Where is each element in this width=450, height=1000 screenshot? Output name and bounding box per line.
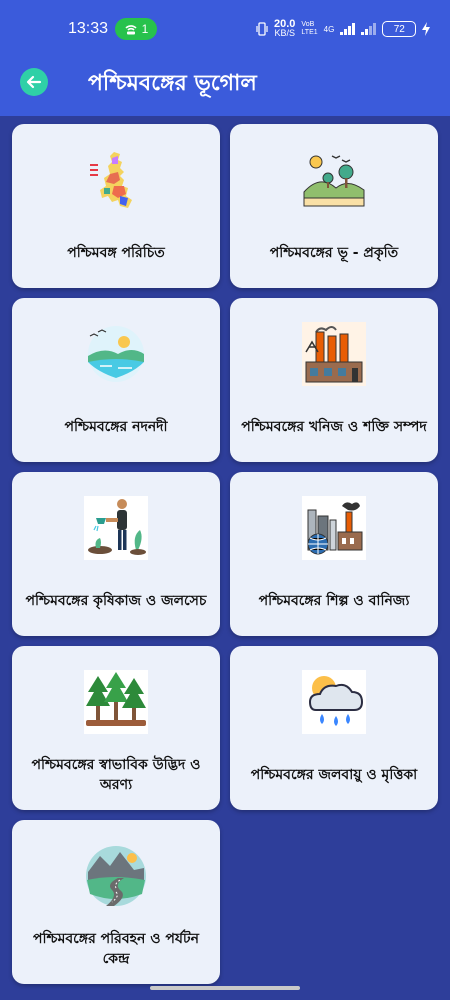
vibrate-icon xyxy=(256,22,268,36)
hotspot-indicator: 1 xyxy=(115,18,157,40)
topic-card-forest[interactable]: পশ্চিমবঙ্গের স্বাভাবিক উদ্ভিদ ও অরণ্য xyxy=(12,646,220,810)
forest-icon xyxy=(84,670,148,734)
farmer-icon xyxy=(84,496,148,560)
topic-card-label: পশ্চিমবঙ্গের শিল্প ও বানিজ্য xyxy=(258,593,410,609)
topic-card-minerals[interactable]: পশ্চিমবঙ্গের খনিজ ও শক্তি সম্পদ xyxy=(230,298,438,462)
app-bar: পশ্চিমবঙ্গের ভূগোল xyxy=(0,58,450,116)
status-time: 13:33 xyxy=(68,20,109,37)
hotspot-icon xyxy=(125,25,137,35)
topic-card-label: পশ্চিমবঙ্গের পরিবহন ও পর্যটন কেন্দ্র xyxy=(33,931,199,967)
road-icon xyxy=(86,846,146,906)
topic-card-label: পশ্চিমবঙ্গের নদনদী xyxy=(64,419,168,435)
industry-icon xyxy=(302,496,366,560)
hotspot-count: 1 xyxy=(141,22,149,36)
home-indicator[interactable] xyxy=(150,986,300,990)
weather-icon xyxy=(302,670,366,734)
topic-card-label: পশ্চিমবঙ্গের খনিজ ও শক্তি সম্পদ xyxy=(241,419,427,435)
page-title: পশ্চিমবঙ্গের ভূগোল xyxy=(88,71,257,96)
topic-card-rivers[interactable]: পশ্চিমবঙ্গের নদনদী xyxy=(12,298,220,462)
charging-icon xyxy=(422,22,431,36)
signal-icon-2 xyxy=(361,23,377,35)
topic-card-label: পশ্চিমবঙ্গের কৃষিকাজ ও জলসেচ xyxy=(25,593,207,609)
factory-icon xyxy=(302,322,366,386)
topic-card-label: পশ্চিমবঙ্গের ভূ - প্রকৃতি xyxy=(269,245,399,261)
topic-card-label: পশ্চিমবঙ্গের জলবায়ু ও মৃত্তিকা xyxy=(250,767,418,783)
topic-card-label: পশ্চিমবঙ্গের স্বাভাবিক উদ্ভিদ ও অরণ্য xyxy=(31,757,201,793)
topic-card-agriculture[interactable]: পশ্চিমবঙ্গের কৃষিকাজ ও জলসেচ xyxy=(12,472,220,636)
signal-icon xyxy=(340,23,356,35)
topic-card-label: পশ্চিমবঙ্গ পরিচিত xyxy=(67,245,165,261)
topic-card-transport[interactable]: পশ্চিমবঙ্গের পরিবহন ও পর্যটন কেন্দ্র xyxy=(12,820,220,984)
arrow-left-icon xyxy=(26,75,42,89)
back-button[interactable] xyxy=(20,68,48,96)
topic-card-climate[interactable]: পশ্চিমবঙ্গের জলবায়ু ও মৃত্তিকা xyxy=(230,646,438,810)
battery-level: 72 xyxy=(393,23,405,35)
topic-card-industry[interactable]: পশ্চিমবঙ্গের শিল্প ও বানিজ্য xyxy=(230,472,438,636)
topic-card-physiography[interactable]: পশ্চিমবঙ্গের ভূ - প্রকৃতি xyxy=(230,124,438,288)
river-icon xyxy=(88,326,144,382)
network-label: VoB LTE1 xyxy=(301,21,318,36)
network-speed: 20.0 KB/S xyxy=(274,18,296,38)
status-bar: 13:33 1 20.0 KB/S VoB LTE1 4G 72 xyxy=(0,0,450,58)
topic-grid: পশ্চিমবঙ্গ পরিচিত পশ্চিমবঙ্গের ভূ - প্রক… xyxy=(0,116,450,984)
landscape-icon xyxy=(303,155,365,207)
battery-icon: 72 xyxy=(382,21,417,37)
map-icon xyxy=(90,152,132,208)
network-type: 4G xyxy=(323,24,335,34)
status-icons: 20.0 KB/S VoB LTE1 4G 72 xyxy=(256,18,431,40)
topic-card-introduction[interactable]: পশ্চিমবঙ্গ পরিচিত xyxy=(12,124,220,288)
